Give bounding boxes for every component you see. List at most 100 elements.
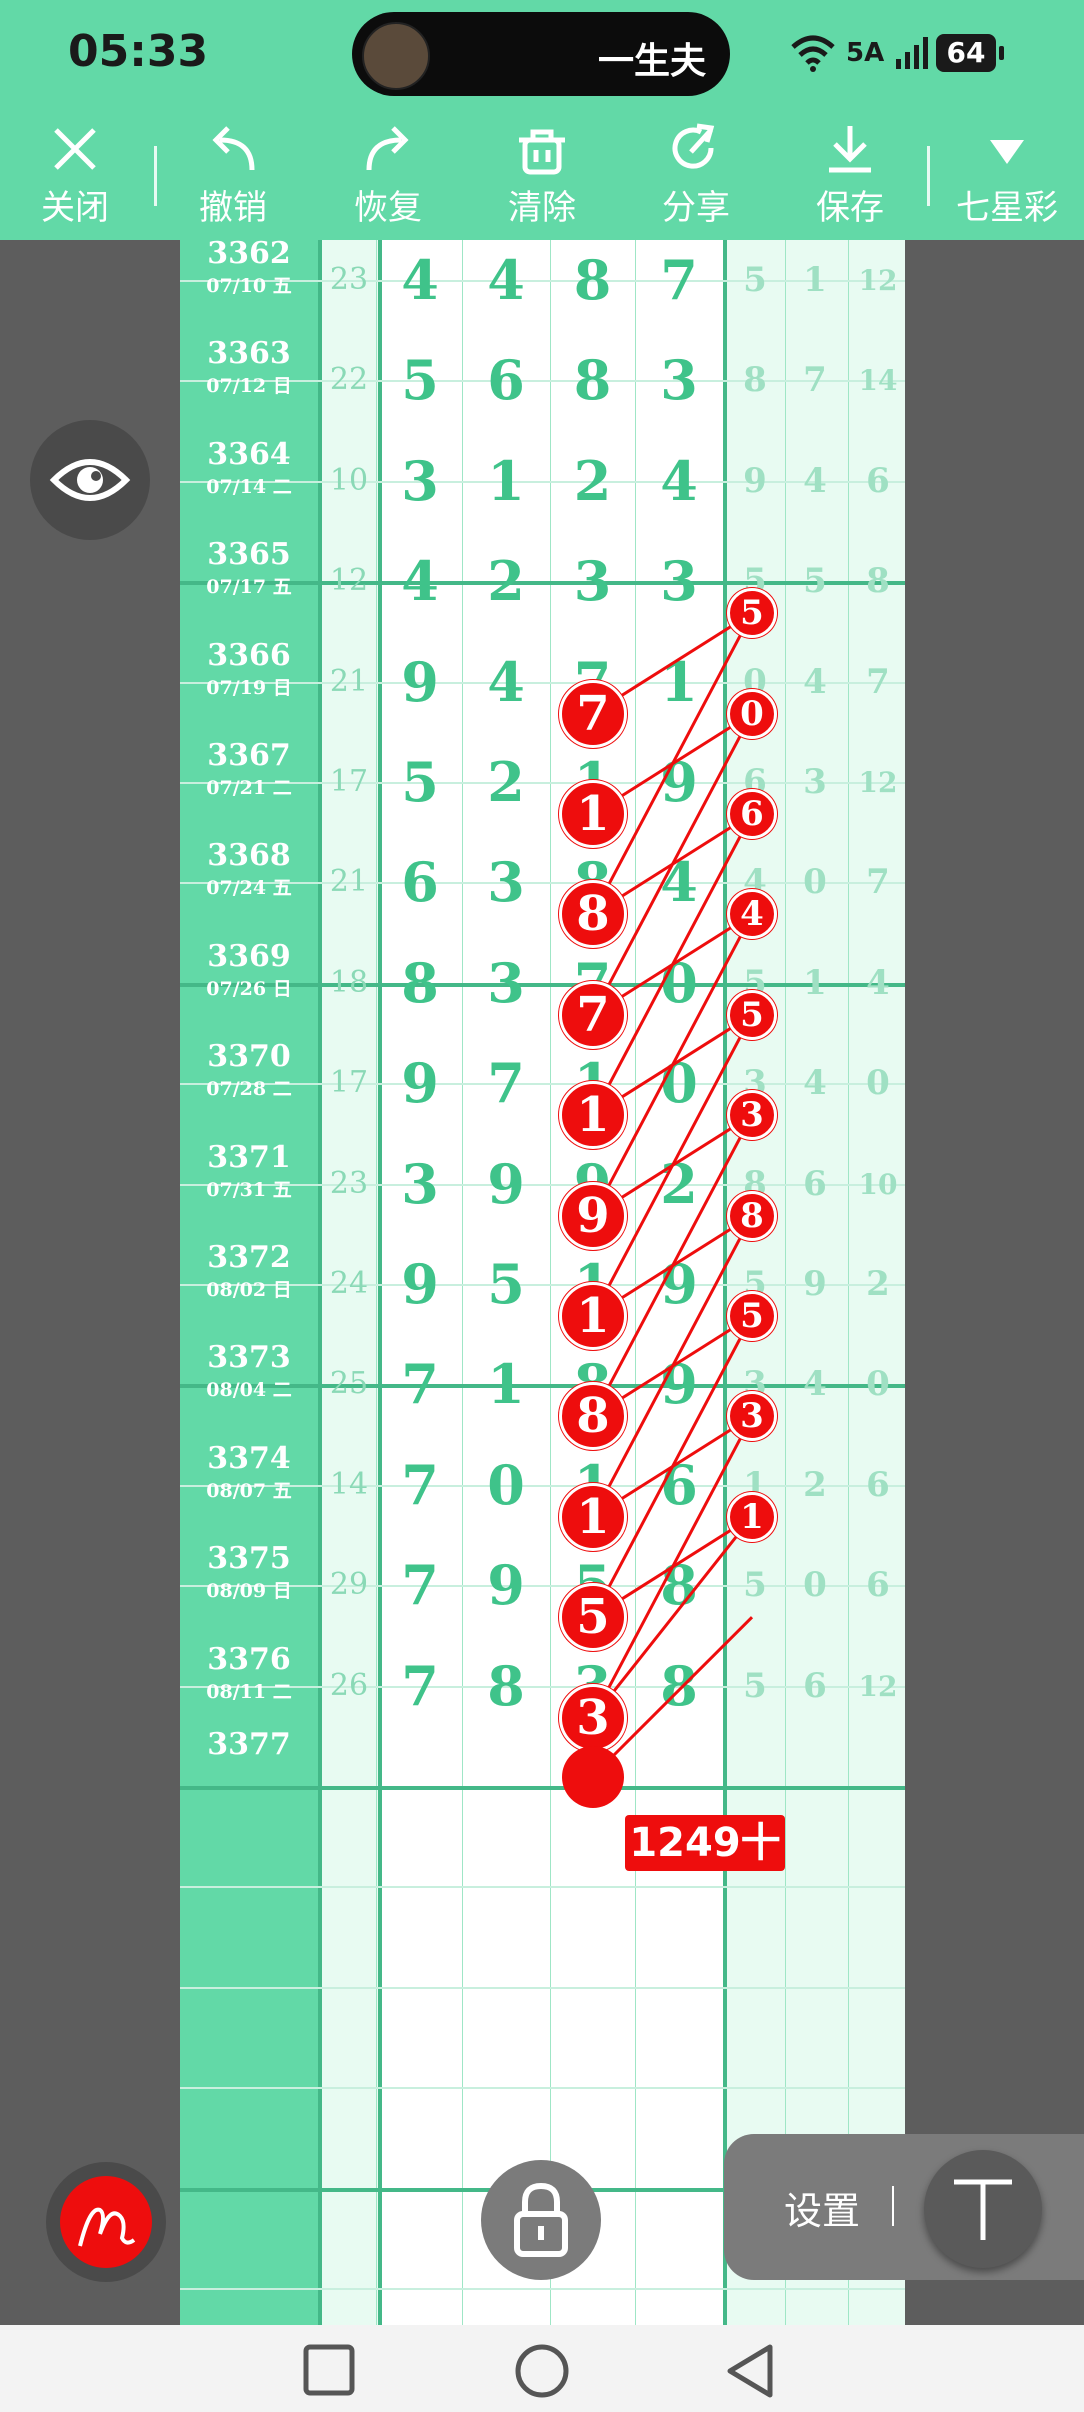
digit-cell: 7 xyxy=(487,1051,525,1116)
extra-digit-cell: 2 xyxy=(803,1464,827,1505)
marked-digit-ball[interactable]: 1 xyxy=(559,1482,627,1551)
marked-extra-ball[interactable]: 5 xyxy=(727,588,777,639)
issue-cell: 3376 08/11 二 xyxy=(180,1640,318,1704)
digit-cell: 9 xyxy=(487,1151,525,1216)
marked-extra-ball[interactable]: 1 xyxy=(727,1491,777,1542)
clear-button[interactable]: 清除 xyxy=(477,118,607,238)
marked-digit-ball[interactable]: 8 xyxy=(559,880,627,949)
next-issue-label: 3377 xyxy=(207,1727,291,1762)
issue-cell: 3371 07/31 五 xyxy=(180,1138,318,1202)
issue-number: 3363 xyxy=(207,336,291,372)
marked-extra-ball[interactable]: 0 xyxy=(727,688,777,739)
digit-cell: 7 xyxy=(401,1452,439,1517)
issue-cell: 3373 08/04 二 xyxy=(180,1338,318,1402)
extra-digit-cell: 9 xyxy=(743,460,767,501)
extra-digit-cell: 5 xyxy=(743,1665,767,1706)
marked-digit-ball[interactable]: 1 xyxy=(559,780,627,848)
wifi-icon xyxy=(791,35,835,72)
digit-cell: 3 xyxy=(660,348,698,413)
redo-button[interactable]: 恢复 xyxy=(323,118,453,238)
recents-icon[interactable] xyxy=(302,2343,358,2399)
pen-tool-button[interactable] xyxy=(46,2162,166,2282)
extra-digit-cell: 1 xyxy=(803,260,827,300)
text-icon xyxy=(954,2179,1012,2240)
visibility-toggle-button[interactable] xyxy=(30,420,150,540)
extra-digit-cell: 3 xyxy=(803,762,827,802)
close-icon xyxy=(54,128,96,170)
issue-cell: 3367 07/21 二 xyxy=(180,736,318,800)
home-icon[interactable] xyxy=(512,2343,572,2403)
dynamic-island[interactable]: 一生夫 xyxy=(352,12,730,96)
issue-date: 07/17 五 xyxy=(206,576,292,599)
sum-cell: 23 xyxy=(329,262,369,297)
close-button[interactable]: 关闭 xyxy=(10,118,140,238)
marked-digit-ball[interactable]: 5 xyxy=(559,1583,627,1652)
issue-number: 3369 xyxy=(207,938,291,974)
share-button[interactable]: 分享 xyxy=(631,118,761,238)
sum-cell: 21 xyxy=(329,864,369,900)
extra-digit-cell: 0 xyxy=(866,1063,890,1104)
lottery-chart-grid[interactable]: 3362 07/10 五 23 4 4 8 7 5 1 12 3363 07/12 日 22 5 6 8 3 8 7… xyxy=(180,240,905,2325)
issue-cell: 3370 07/28 二 xyxy=(180,1037,318,1101)
digit-cell: 1 xyxy=(487,448,525,513)
media-thumbnail xyxy=(362,22,430,90)
undo-label: 撤销 xyxy=(199,188,267,228)
digit-cell: 3 xyxy=(573,549,612,614)
extra-digit-cell: 6 xyxy=(866,1565,890,1606)
issue-cell: 3369 07/26 日 xyxy=(180,937,318,1001)
digit-cell: 8 xyxy=(573,248,612,312)
issue-cell: 3372 08/02 日 xyxy=(180,1238,318,1302)
extra-digit-cell: 12 xyxy=(858,766,898,799)
battery-indicator: 64 xyxy=(936,34,1004,72)
marked-extra-ball[interactable]: 5 xyxy=(727,1291,777,1341)
extra-digit-cell: 0 xyxy=(803,862,827,903)
marked-extra-ball[interactable]: 3 xyxy=(727,1090,777,1141)
clear-label: 清除 xyxy=(508,188,576,228)
extra-digit-cell: 12 xyxy=(858,1669,898,1703)
extra-digit-cell: 8 xyxy=(743,360,767,401)
digit-cell: 8 xyxy=(401,950,439,1015)
lottery-type-selector[interactable]: 七星彩 xyxy=(942,118,1072,238)
issue-cell: 3365 07/17 五 xyxy=(180,535,318,599)
marked-extra-ball[interactable]: 8 xyxy=(727,1190,777,1241)
grid-horizontal-line xyxy=(180,2288,905,2290)
marked-digit-ball[interactable]: 9 xyxy=(559,1181,627,1250)
extra-digit-cell: 6 xyxy=(803,1163,827,1204)
network-type: 5A xyxy=(846,38,885,68)
marked-extra-ball[interactable]: 5 xyxy=(727,989,777,1040)
status-bar: 05:33 一生夫 5A 64 xyxy=(0,0,1084,110)
eye-icon xyxy=(49,459,131,501)
marked-digit-ball[interactable]: 1 xyxy=(559,1081,627,1150)
marked-digit-ball[interactable]: 1 xyxy=(559,1282,627,1350)
marked-digit-ball[interactable]: 8 xyxy=(559,1382,627,1451)
prediction-marker xyxy=(562,1746,624,1808)
text-tool-button[interactable] xyxy=(924,2150,1042,2268)
save-button[interactable]: 保存 xyxy=(785,118,915,238)
issue-cell: 3368 07/24 五 xyxy=(180,836,318,900)
digit-cell: 3 xyxy=(487,850,525,915)
digit-cell: 9 xyxy=(401,1051,439,1116)
issue-date: 08/11 二 xyxy=(206,1680,292,1703)
sum-cell: 26 xyxy=(329,1667,369,1703)
issue-cell: 3375 08/09 日 xyxy=(180,1539,318,1603)
lock-button[interactable] xyxy=(481,2160,601,2280)
undo-button[interactable]: 撤销 xyxy=(168,118,298,238)
trash-icon xyxy=(519,129,565,175)
marked-digit-ball[interactable]: 7 xyxy=(559,980,627,1049)
marked-digit-ball[interactable]: 7 xyxy=(559,679,627,748)
undo-icon xyxy=(212,126,255,171)
sum-cell: 18 xyxy=(329,964,369,1000)
settings-label[interactable]: 设置 xyxy=(784,2180,860,2235)
redo-icon xyxy=(366,126,409,171)
share-label: 分享 xyxy=(662,188,730,228)
digit-cell: 7 xyxy=(401,1553,439,1618)
extra-digit-cell: 2 xyxy=(866,1264,890,1304)
redo-label: 恢复 xyxy=(354,188,422,228)
marked-digit-ball[interactable]: 3 xyxy=(559,1683,627,1752)
sum-cell: 24 xyxy=(329,1266,369,1301)
issue-date: 07/28 二 xyxy=(206,1078,292,1101)
pen-icon xyxy=(78,2207,136,2247)
back-icon[interactable] xyxy=(720,2341,780,2401)
marked-extra-ball[interactable]: 6 xyxy=(727,789,777,839)
digit-cell: 5 xyxy=(487,1252,525,1316)
